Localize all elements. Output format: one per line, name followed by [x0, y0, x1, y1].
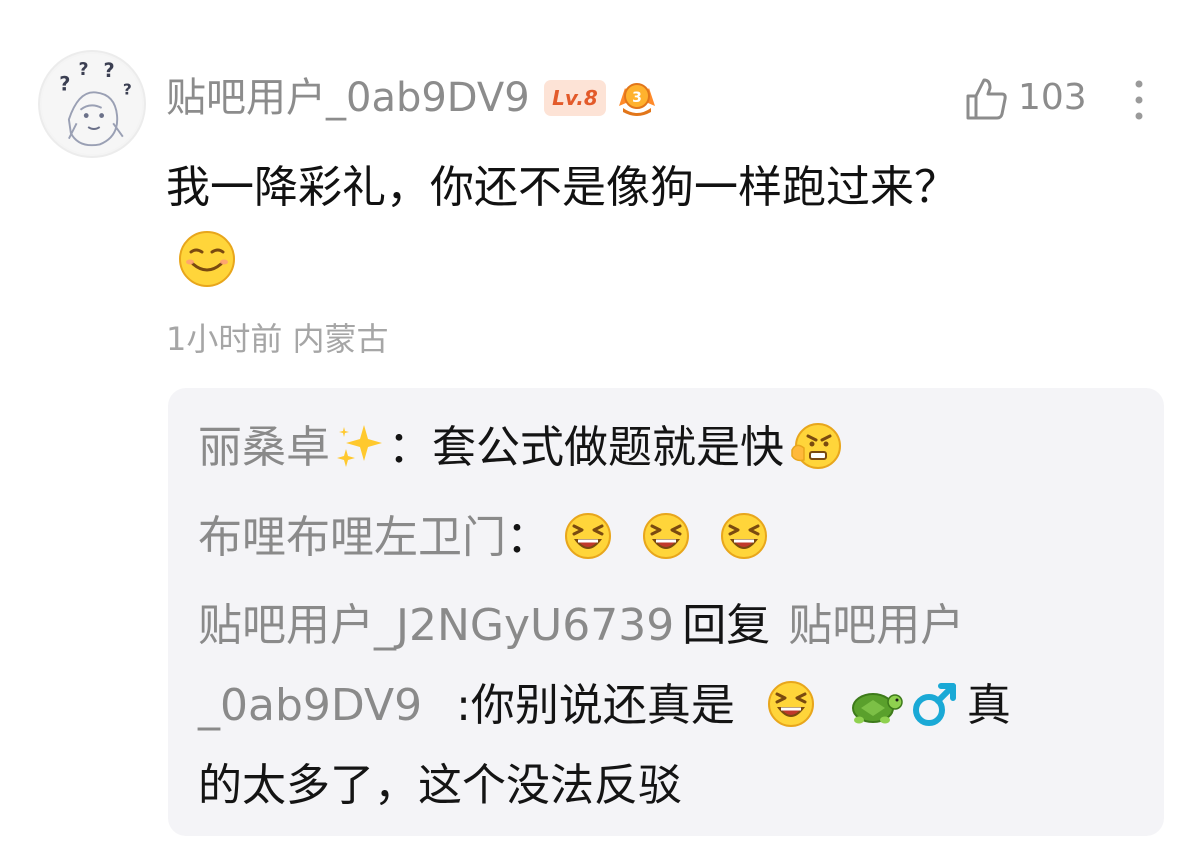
- svg-text:?: ?: [79, 60, 89, 80]
- reply-target-name-continued[interactable]: _0ab9DV9: [198, 680, 422, 731]
- reply-item[interactable]: 贴吧用户_J2NGyU6739 回复 贴吧用户: [198, 596, 964, 656]
- laughing-emoji: [765, 678, 817, 730]
- reply-item-continued[interactable]: 的太多了，这个没法反驳: [198, 756, 682, 816]
- reply-text-continued: 真: [966, 680, 1011, 731]
- smile-emoji: [176, 228, 238, 290]
- reply-author[interactable]: 丽桑卓: [198, 422, 330, 473]
- comment-text: 我一降彩礼，你还不是像狗一样跑过来？: [166, 162, 958, 213]
- reply-text: 套公式做题就是快: [432, 422, 784, 473]
- turtle-emoji: [845, 678, 903, 730]
- reply-colon: ：: [388, 422, 432, 473]
- reply-target-name[interactable]: 贴吧用户: [788, 600, 964, 651]
- reply-item[interactable]: 丽桑卓 ：套公式做题就是快: [198, 418, 848, 478]
- level-badge: Lv.8: [544, 80, 606, 116]
- avatar-sketch-icon: ? ? ? ?: [41, 53, 143, 155]
- svg-text:?: ?: [123, 80, 132, 98]
- reply-item[interactable]: 布哩布哩左卫门：: [198, 508, 776, 568]
- laughing-emoji: [640, 510, 692, 562]
- grimace-emoji: [790, 420, 842, 472]
- post-username[interactable]: 贴吧用户_0ab9DV9: [166, 72, 530, 124]
- svg-text:?: ?: [59, 73, 70, 96]
- like-count: 103: [1018, 77, 1087, 118]
- reply-colon: ：: [506, 512, 550, 563]
- laughing-emoji: [562, 510, 614, 562]
- avatar[interactable]: ? ? ? ?: [38, 50, 146, 158]
- svg-text:?: ?: [104, 59, 115, 82]
- post-time: 1小时前: [166, 320, 283, 358]
- laughing-emoji: [718, 510, 770, 562]
- post-meta: 1小时前 内蒙古: [166, 316, 389, 362]
- post-location: 内蒙古: [292, 320, 389, 358]
- comment-page: ? ? ? ? 贴吧用户_0ab9DV9 Lv.8 3 103 我一降彩礼，你还…: [0, 0, 1200, 846]
- reply-item-continued[interactable]: _0ab9DV9:你别说还真是 真: [198, 676, 1011, 736]
- reply-word: 回复: [682, 600, 771, 651]
- more-vertical-icon[interactable]: [1124, 76, 1154, 124]
- reply-author[interactable]: 贴吧用户_J2NGyU6739: [198, 600, 674, 651]
- male-sign-emoji: [909, 678, 961, 730]
- sparkles-emoji: [334, 421, 384, 471]
- reply-author[interactable]: 布哩布哩左卫门: [198, 512, 506, 563]
- reply-colon: :: [456, 680, 471, 731]
- thumbs-up-icon[interactable]: [962, 74, 1010, 122]
- reply-text-continued: 的太多了，这个没法反驳: [198, 760, 682, 811]
- medal-number: 3: [632, 90, 642, 106]
- reply-text: 你别说还真是: [470, 680, 735, 731]
- medal-icon: 3: [615, 76, 659, 118]
